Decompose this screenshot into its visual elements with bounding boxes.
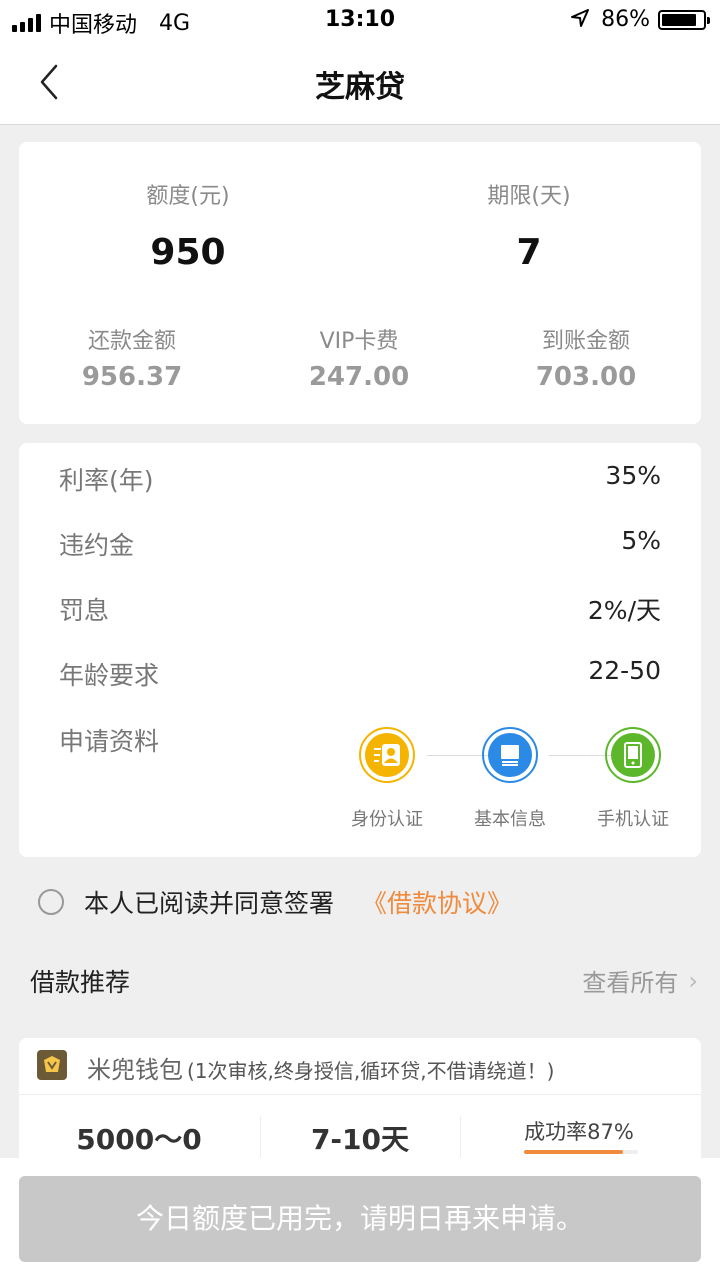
- success-rate: 成功率87%: [524, 1120, 634, 1144]
- product-name-line: 米兜钱包 (1次审核,终身授信,循环贷,不借请绕道！): [87, 1050, 554, 1085]
- bottom-bar: 今日额度已用完，请明日再来申请。: [0, 1158, 720, 1280]
- product-name: 米兜钱包: [87, 1056, 183, 1084]
- status-right: 86%: [571, 7, 710, 32]
- chevron-right-icon: ›: [688, 966, 698, 995]
- nav-bar: 芝麻贷: [0, 40, 720, 125]
- product-logo-icon: [37, 1050, 67, 1080]
- battery-percent: 86%: [601, 7, 650, 32]
- step-identity[interactable]: 身份认证: [332, 727, 442, 831]
- detail-label: 年龄要求: [59, 661, 160, 690]
- loan-summary-card: 额度(元) 950 期限(天) 7 还款金额 956.37 VIP卡费 247.…: [19, 142, 701, 424]
- repay-value: 956.37: [81, 362, 183, 392]
- detail-label: 违约金: [59, 531, 135, 560]
- step-label: 手机认证: [597, 809, 669, 830]
- vip-fee-label: VIP卡费: [319, 329, 399, 354]
- step-circle: [605, 727, 661, 783]
- detail-row-interest: 罚息 2%/天: [59, 591, 661, 627]
- phone-icon: [611, 733, 655, 777]
- location-arrow-icon: [571, 8, 590, 32]
- term-label: 期限(天): [487, 184, 571, 209]
- materials-label: 申请资料: [59, 727, 160, 756]
- agreement-text: 本人已阅读并同意签署: [84, 889, 335, 918]
- success-rate-fill: [524, 1150, 624, 1154]
- product-term: 7-10天: [310, 1123, 410, 1156]
- arrival-label: 到账金额: [541, 329, 630, 354]
- id-card-icon: [365, 733, 409, 777]
- step-basic-info[interactable]: 基本信息: [455, 727, 565, 831]
- product-desc: (1次审核,终身授信,循环贷,不借请绕道！): [187, 1059, 555, 1083]
- detail-row-rate: 利率(年) 35%: [59, 461, 661, 497]
- battery-level: [662, 13, 697, 26]
- detail-row-penalty: 违约金 5%: [59, 526, 661, 562]
- apply-button-disabled[interactable]: 今日额度已用完，请明日再来申请。: [19, 1176, 701, 1262]
- page-title: 芝麻贷: [315, 70, 405, 105]
- detail-value: 2%/天: [587, 596, 661, 625]
- product-header: 米兜钱包 (1次审核,终身授信,循环贷,不借请绕道！): [19, 1038, 701, 1095]
- recommend-title: 借款推荐: [30, 968, 131, 997]
- arrival-value: 703.00: [535, 362, 637, 392]
- step-label: 基本信息: [474, 809, 546, 830]
- success-rate-bar: [524, 1150, 638, 1154]
- detail-label: 罚息: [59, 596, 110, 625]
- agree-checkbox[interactable]: [38, 889, 64, 915]
- detail-row-age: 年龄要求 22-50: [59, 656, 661, 692]
- step-label: 身份认证: [351, 809, 423, 830]
- info-doc-icon: [488, 733, 532, 777]
- step-circle: [482, 727, 538, 783]
- loan-detail-card: 利率(年) 35% 违约金 5% 罚息 2%/天 年龄要求 22-50 申请资料…: [19, 443, 701, 857]
- product-amount: 5000～0: [76, 1123, 202, 1156]
- repay-label: 还款金额: [87, 329, 176, 354]
- vip-fee-value: 247.00: [308, 362, 410, 392]
- step-circle: [359, 727, 415, 783]
- quota-label: 额度(元): [146, 184, 230, 209]
- agreement-row: 本人已阅读并同意签署 《借款协议》: [38, 882, 512, 922]
- status-bar: 中国移动 4G 13:10 86%: [0, 0, 720, 40]
- detail-value: 5%: [621, 526, 661, 555]
- detail-value: 22-50: [588, 656, 661, 685]
- detail-value: 35%: [605, 461, 661, 490]
- loan-agreement-link[interactable]: 《借款协议》: [362, 884, 512, 920]
- quota-value: 950: [150, 232, 226, 273]
- view-all-label: 查看所有: [582, 969, 679, 997]
- view-all-link[interactable]: 查看所有 ›: [582, 963, 698, 998]
- step-phone[interactable]: 手机认证: [578, 727, 688, 831]
- detail-label: 利率(年): [59, 466, 154, 495]
- term-value: 7: [516, 232, 542, 273]
- battery-icon: [658, 9, 710, 30]
